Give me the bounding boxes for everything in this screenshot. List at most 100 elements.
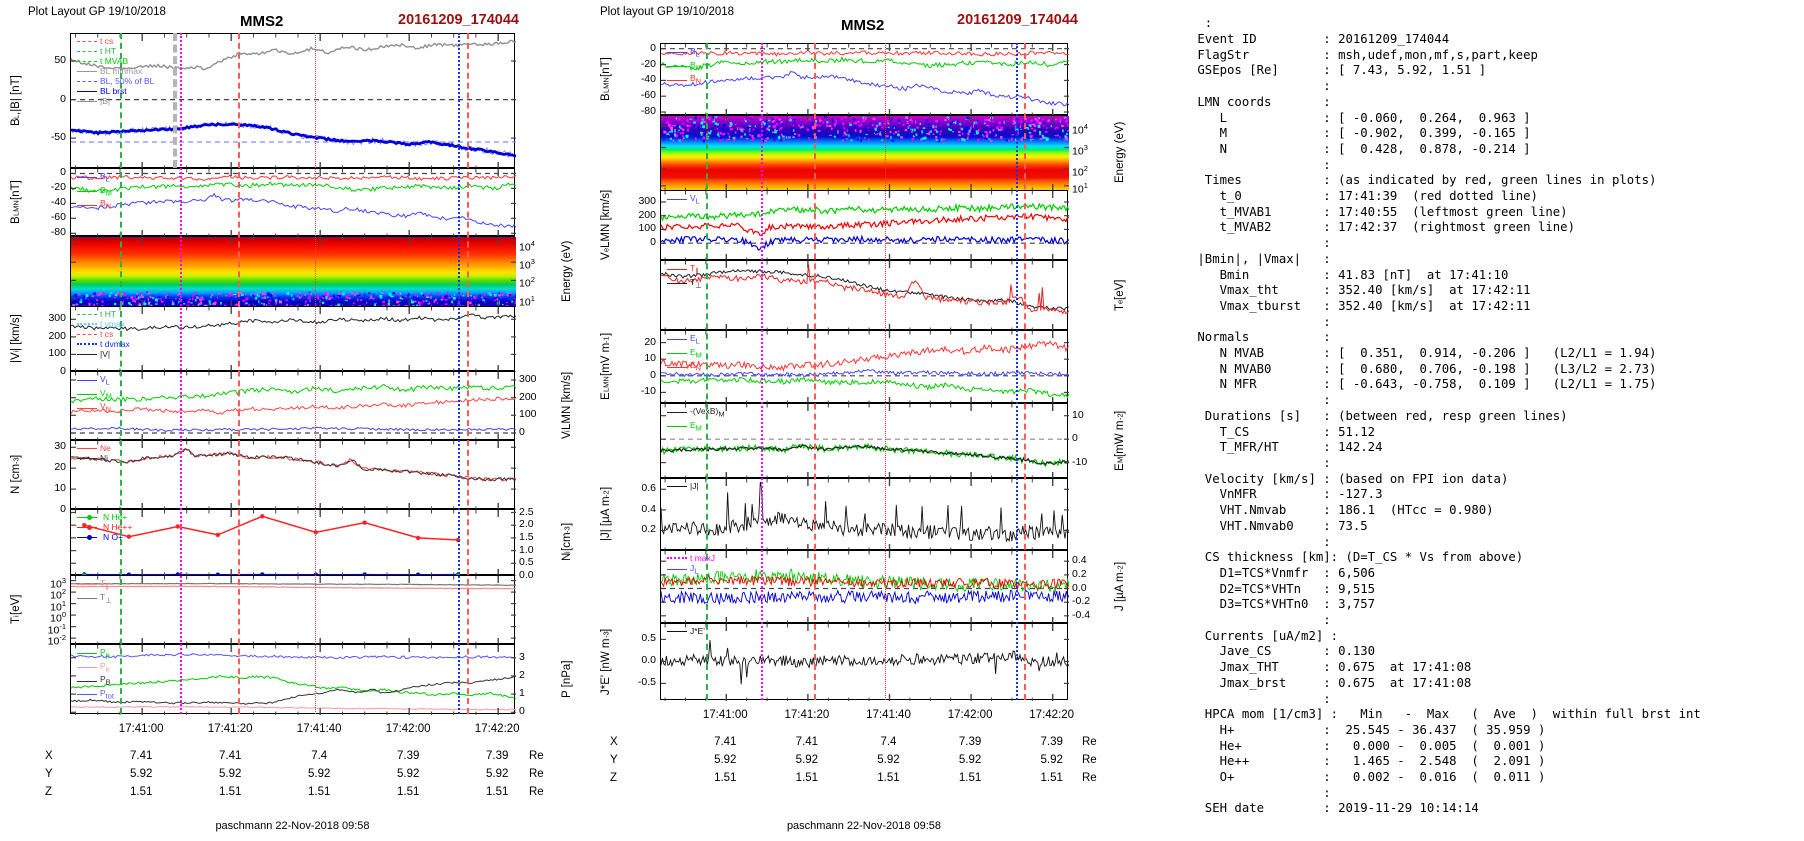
event-line-t-maxj-magenta <box>760 43 763 700</box>
y-tick-label: 200 <box>48 329 66 342</box>
time-tick-label: 17:41:00 <box>118 723 164 735</box>
y-tick-label-right: -10 <box>1072 455 1088 468</box>
y-tick-label: 0.5 <box>641 632 656 645</box>
ephemeris-value: 5.92 <box>485 768 509 780</box>
y-tick-label: 0.6 <box>641 482 656 495</box>
ephemeris-value: 1.51 <box>1040 772 1063 784</box>
event-line-cs-left-red <box>237 33 240 714</box>
event-info-text: : Event ID : 20161209_174044 FlagStr : m… <box>1197 16 1701 816</box>
y-tick-label: -50 <box>50 131 66 144</box>
y-tick-label-right: 300 <box>519 372 537 385</box>
plot-hpca-density: 2.5 2.0 1.5 1.0 0.5 0.0 Ni [cm -3] N He+ N He++ N … <box>70 506 573 581</box>
ephemeris-value: 5.92 <box>129 768 153 780</box>
time-tick-label: 17:41:40 <box>866 709 911 721</box>
ephemeris-unit: Re <box>529 768 544 780</box>
plot-legend: J*E' <box>667 626 705 636</box>
plot-te: Te [eV] T∥ T⊥ <box>660 260 1126 331</box>
y-axis-label-right: EM [mW m -2] <box>1114 410 1126 471</box>
plot-legend: BL BM BN <box>77 171 112 212</box>
y-tick-label: 20 <box>644 335 656 348</box>
y-tick-label: 0.4 <box>641 502 656 515</box>
plot-panel-middle: Plot layout GP 19/10/2018 MMS2 20161209_… <box>590 0 1190 841</box>
time-tick-label: 17:42:00 <box>947 709 993 721</box>
y-tick-label-right: 1.0 <box>519 543 534 556</box>
y-tick-label: -20 <box>640 57 656 70</box>
y-tick-label-right: 101 <box>1072 180 1088 196</box>
y-tick-label: 200 <box>638 208 656 221</box>
y-axis-label: |J| [µA m -2] <box>600 486 612 542</box>
plot-footer: paschmann 22-Nov-2018 09:58 <box>786 820 942 832</box>
time-tick-label: 17:42:20 <box>474 723 520 735</box>
ephemeris-row-label: Z <box>610 772 618 784</box>
y-tick-label: 50 <box>54 54 66 66</box>
y-axis-label: B L ,|B| [nT] <box>10 74 22 127</box>
y-axis-label-right: Energy (eV) <box>561 240 573 302</box>
plot-vi-abs: 300 200 100 0 |V i | [km/s] t HT t vmax t cs t dvm… <box>10 306 516 377</box>
event-line-t0-red-dotted <box>315 33 317 714</box>
y-axis-label: Ti [eV] <box>10 594 22 625</box>
ephemeris-value: 7.39 <box>1040 736 1063 748</box>
y-tick-label-right: 103 <box>519 257 535 272</box>
plot-jdote: 0.5 0.0 -0.5 J*E' [nW m -3] J*E' <box>600 623 1069 701</box>
y-tick-label-right: 0 <box>519 426 525 439</box>
event-line-t-dvmax-blue <box>458 33 461 714</box>
spacecraft-title: MMS2 <box>240 13 284 30</box>
plot-legend: VL VM VN <box>77 374 112 415</box>
event-line-t-maxj-magenta <box>179 33 182 714</box>
y-tick-label: 0 <box>60 365 66 377</box>
ephemeris-value: 5.92 <box>1040 754 1063 766</box>
ephemeris-value: 7.39 <box>485 750 509 762</box>
y-axis-label: E LMN [mV m -1] <box>600 333 612 400</box>
ephemeris-value: 7.4 <box>880 736 897 748</box>
time-tick-label: 17:41:40 <box>296 723 342 735</box>
y-tick-label: 0 <box>650 368 656 381</box>
ephemeris-value: 5.92 <box>307 768 331 780</box>
y-tick-label: 300 <box>48 312 66 325</box>
y-tick-label: 0.0 <box>641 654 656 667</box>
ephemeris-value: 5.92 <box>795 754 819 766</box>
plot-vi-lmn: 300 200 100 0 Vi LMN [km/s] VL VM VN <box>70 371 573 441</box>
plot-legend: EL EM EN <box>667 333 702 374</box>
plot-j-abs: 0.6 0.4 0.2 |J| [µA m -2] |J| <box>600 478 1069 551</box>
ephemeris-value: 1.51 <box>795 772 819 784</box>
y-tick-label: 300 <box>638 194 656 207</box>
y-tick-label-right: 102 <box>1072 163 1088 178</box>
spacecraft-title: MMS2 <box>841 17 885 34</box>
ephemeris-value: 7.39 <box>958 736 982 748</box>
y-axis-label-right: Te [eV] <box>1114 279 1126 311</box>
event-line-t0-red-dotted <box>884 43 886 700</box>
y-tick-label: -40 <box>640 73 656 86</box>
ephemeris-value: 7.41 <box>714 736 737 748</box>
ephemeris-value: 1.51 <box>714 772 737 784</box>
event-line-t-mvab1-green <box>120 33 123 714</box>
y-axis-label: B LMN [nT] <box>10 180 22 224</box>
y-tick-label-right: 104 <box>1072 121 1088 136</box>
ephemeris-unit: Re <box>529 786 544 798</box>
event-line-t-mvab1-green <box>705 43 708 700</box>
plot-legend: Ne Ni <box>77 443 111 463</box>
time-tick-label: 17:42:00 <box>385 723 431 735</box>
plot-e-spectrogram: 104 103 102 101 Energy (eV) <box>660 115 1126 195</box>
y-tick-label: -20 <box>50 181 66 194</box>
ephemeris-value: 5.92 <box>877 754 900 766</box>
ephemeris-value: 1.51 <box>218 786 242 798</box>
y-tick-label: 0 <box>60 92 66 105</box>
plot-density: 30 20 10 0 N [cm -3] Ne Ni <box>10 440 516 515</box>
plot-ion-spectrogram: 104 103 102 101 Energy (eV) <box>70 236 573 307</box>
y-tick-label: 20 <box>54 461 66 474</box>
y-tick-label: 0 <box>650 41 656 54</box>
ephemeris-row-label: Y <box>610 754 618 766</box>
y-tick-label-right: 1 <box>519 687 525 700</box>
ephemeris-value: 1.51 <box>958 772 982 784</box>
y-tick-label: -60 <box>50 211 66 224</box>
y-tick-label: 10 <box>54 482 66 495</box>
plot-legend: T∥ T⊥ <box>667 263 702 290</box>
plot-stack: 50 0 -50 B L ,|B| [nT] t cs t HT t MVAB BL minmax… <box>10 33 573 717</box>
y-axis-label-right: Energy (eV) <box>1114 121 1126 184</box>
ephemeris-unit: Re <box>1082 736 1097 748</box>
ephemeris-value: 1.51 <box>307 786 331 798</box>
y-axis-label-right: J [µA m -2] <box>1114 562 1126 611</box>
y-tick-label-right: 2.0 <box>519 518 534 531</box>
ephemeris-value: 7.41 <box>218 750 242 762</box>
ephemeris-value: 7.41 <box>129 750 153 762</box>
